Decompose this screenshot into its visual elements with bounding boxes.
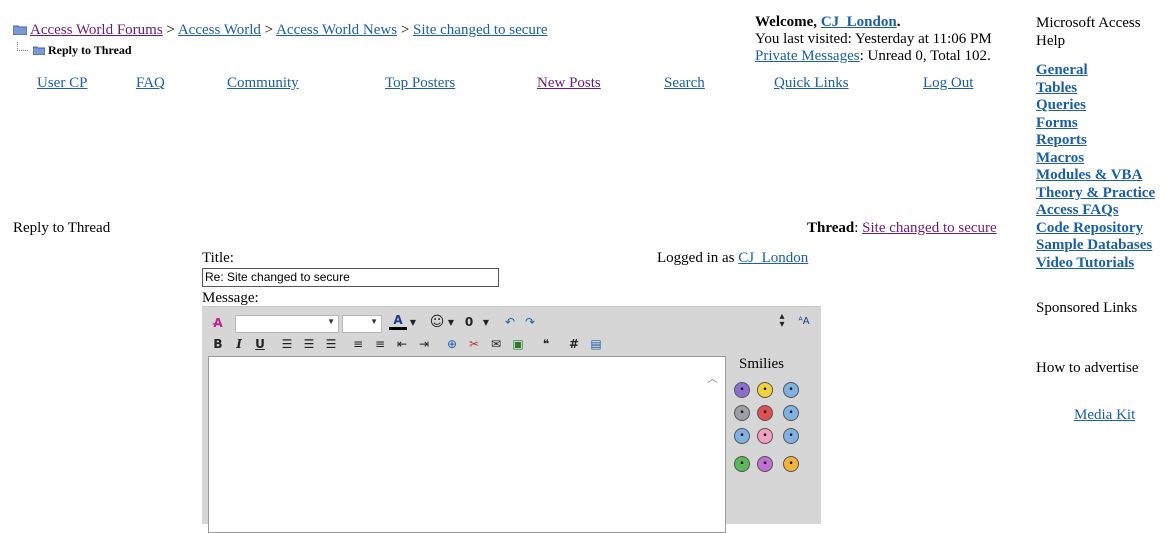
pm-status: : Unread 0, Total 102.: [859, 48, 991, 64]
breadcrumb-thread[interactable]: Site changed to secure: [413, 22, 548, 38]
thread-link[interactable]: Site changed to secure: [862, 220, 997, 236]
nav-search[interactable]: Search: [664, 75, 705, 92]
align-center-icon[interactable]: ☰: [301, 336, 317, 352]
nav-log-out[interactable]: Log Out: [923, 75, 973, 92]
media-kit-link[interactable]: Media Kit: [1074, 407, 1135, 424]
smile-blue-smilie-icon[interactable]: •: [783, 428, 799, 444]
redo-icon[interactable]: ↷: [522, 314, 538, 330]
breadcrumb-forums[interactable]: Access World Forums: [30, 22, 163, 38]
rolleyes-yellow-smilie-icon[interactable]: •: [783, 456, 799, 472]
logged-in-info: Logged in as CJ_London: [657, 250, 809, 266]
grin-green-smilie-icon[interactable]: •: [734, 456, 750, 472]
eek-grey-smilie-icon[interactable]: •: [734, 405, 750, 421]
sidebar-link-code-repository[interactable]: Code Repository: [1036, 220, 1143, 236]
message-label: Message:: [202, 290, 259, 306]
sidebar-link-tables[interactable]: Tables: [1036, 80, 1077, 96]
last-visited: You last visited: Yesterday at 11:06 PM: [755, 31, 992, 47]
nav-faq[interactable]: FAQ: [136, 75, 165, 92]
bold-icon[interactable]: B: [210, 336, 226, 352]
redface-purple-smilie-icon[interactable]: •: [757, 456, 773, 472]
sidebar-link-reports[interactable]: Reports: [1036, 132, 1087, 148]
nav-new-posts[interactable]: New Posts: [537, 75, 601, 92]
chevron-down-icon[interactable]: ▼: [409, 315, 417, 331]
font-size-select[interactable]: ▼: [342, 315, 382, 333]
sidebar-link-sample-databases[interactable]: Sample Databases: [1036, 237, 1152, 253]
nav-quick-links[interactable]: Quick Links: [774, 75, 849, 92]
italic-icon[interactable]: I: [231, 336, 247, 352]
switch-mode-icon[interactable]: ᴬA: [794, 314, 814, 330]
undo-icon[interactable]: ↶: [502, 314, 518, 330]
smile-yellow-smilie-icon[interactable]: •: [757, 382, 773, 398]
align-left-icon[interactable]: ☰: [279, 336, 295, 352]
thread-info: Thread: Site changed to secure: [807, 220, 997, 236]
underline-icon[interactable]: U: [252, 336, 268, 352]
cool-blue-smilie-icon[interactable]: •: [734, 428, 750, 444]
indent-icon[interactable]: ⇥: [416, 336, 432, 352]
ordered-list-icon[interactable]: ≡: [350, 336, 366, 352]
sidebar-link-theory-practice[interactable]: Theory & Practice: [1036, 185, 1155, 201]
insert-email-icon[interactable]: ✉: [488, 336, 504, 352]
how-to-advertise-label: How to advertise: [1036, 360, 1139, 376]
align-right-icon[interactable]: ☰: [323, 336, 339, 352]
sidebar-link-macros[interactable]: Macros: [1036, 150, 1084, 166]
page-title: Reply to Thread: [13, 220, 111, 236]
frown-purple-smilie-icon[interactable]: •: [734, 382, 750, 398]
folder-icon: [32, 44, 46, 56]
title-label: Title:: [202, 250, 234, 266]
outdent-icon[interactable]: ⇤: [394, 336, 410, 352]
chevron-down-icon[interactable]: ▼: [447, 315, 455, 331]
breadcrumb-current: Reply to Thread: [17, 42, 132, 58]
remove-format-icon[interactable]: A̶: [210, 315, 226, 331]
sidebar: Microsoft Access Help General Tables Que…: [1036, 14, 1164, 272]
mad-red-smilie-icon[interactable]: •: [757, 405, 773, 421]
insert-image-icon[interactable]: ▣: [510, 336, 526, 352]
logged-in-user-link[interactable]: CJ_London: [738, 250, 808, 266]
message-textarea[interactable]: [208, 356, 726, 533]
wrap-code-icon[interactable]: #: [566, 336, 582, 352]
sidebar-link-general[interactable]: General: [1036, 62, 1088, 78]
wink-blue-smilie-icon[interactable]: •: [783, 405, 799, 421]
sidebar-heading: Microsoft Access Help: [1036, 15, 1141, 49]
quote-icon[interactable]: ❝: [538, 336, 554, 352]
confused-blue-smilie-icon[interactable]: •: [783, 382, 799, 398]
unordered-list-icon[interactable]: ≡: [372, 336, 388, 352]
welcome-username-link[interactable]: CJ_London: [821, 14, 897, 30]
sponsored-links-label: Sponsored Links: [1036, 300, 1138, 316]
private-messages-link[interactable]: Private Messages: [755, 48, 860, 64]
breadcrumb-news[interactable]: Access World News: [276, 22, 397, 38]
font-color-icon[interactable]: A: [389, 313, 407, 330]
welcome-box: Welcome, CJ_London. You last visited: Ye…: [755, 14, 992, 64]
insert-link-icon[interactable]: ⊕: [444, 336, 460, 352]
folder-icon: [12, 23, 28, 36]
resize-icon[interactable]: ▴ ▾: [776, 312, 788, 330]
breadcrumb: Access World Forums > Access World > Acc…: [12, 22, 548, 39]
message-editor: A̶ ▼ ▼ A ▼ ☺ ▼ 0 ▼ ↶ ↷ ▴ ▾ ᴬA B I U ☰ ☰ ☰…: [202, 306, 821, 533]
insert-smilie-icon[interactable]: ☺: [429, 314, 445, 330]
tongue-pink-smilie-icon[interactable]: •: [757, 428, 773, 444]
font-name-select[interactable]: ▼: [235, 315, 339, 333]
remove-link-icon[interactable]: ✂: [466, 336, 482, 352]
chevron-down-icon: ▼: [327, 317, 335, 326]
nav-top-posters[interactable]: Top Posters: [385, 75, 455, 92]
nav-user-cp[interactable]: User CP: [37, 75, 87, 92]
title-input[interactable]: Re: Site changed to secure: [202, 268, 499, 287]
sidebar-link-forms[interactable]: Forms: [1036, 115, 1078, 131]
chevron-down-icon: ▼: [370, 317, 378, 326]
sidebar-link-video-tutorials[interactable]: Video Tutorials: [1036, 255, 1134, 271]
smilies-label: Smilies: [739, 356, 785, 372]
wrap-html-icon[interactable]: ▤: [588, 336, 604, 352]
sidebar-link-queries[interactable]: Queries: [1036, 97, 1086, 113]
attachment-icon[interactable]: 0: [462, 314, 476, 330]
sidebar-link-access-faqs[interactable]: Access FAQs: [1036, 202, 1119, 218]
scroll-up-icon[interactable]: ︿: [707, 370, 718, 386]
chevron-down-icon[interactable]: ▼: [482, 315, 490, 331]
nav-community[interactable]: Community: [227, 75, 299, 92]
breadcrumb-access-world[interactable]: Access World: [178, 22, 261, 38]
sidebar-link-modules-vba[interactable]: Modules & VBA: [1036, 167, 1142, 183]
